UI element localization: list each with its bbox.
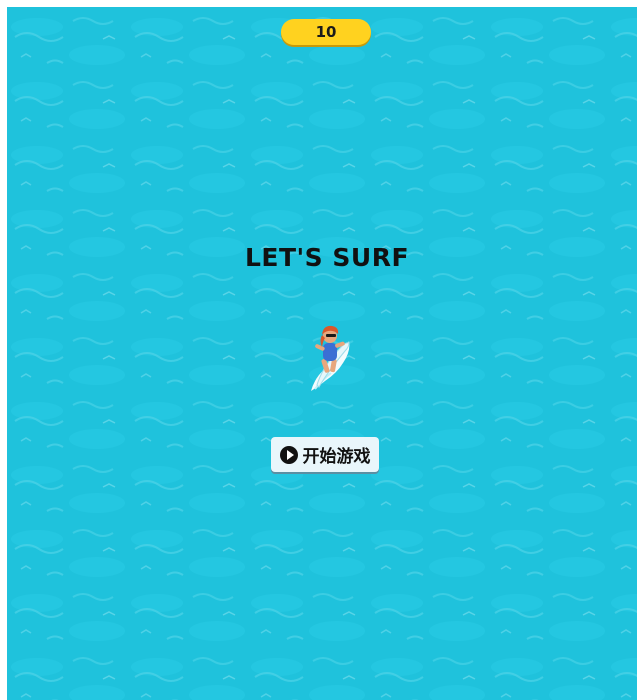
- score-counter: 10: [281, 19, 371, 45]
- surfer-icon: [311, 325, 350, 391]
- start-game-label: 开始游戏: [302, 447, 371, 467]
- game-canvas[interactable]: 10 LET'S SURF 开始游戏: [7, 7, 637, 700]
- play-circle-icon: [279, 445, 298, 464]
- game-title: LET'S SURF: [244, 243, 410, 272]
- start-game-button[interactable]: 开始游戏: [271, 437, 379, 472]
